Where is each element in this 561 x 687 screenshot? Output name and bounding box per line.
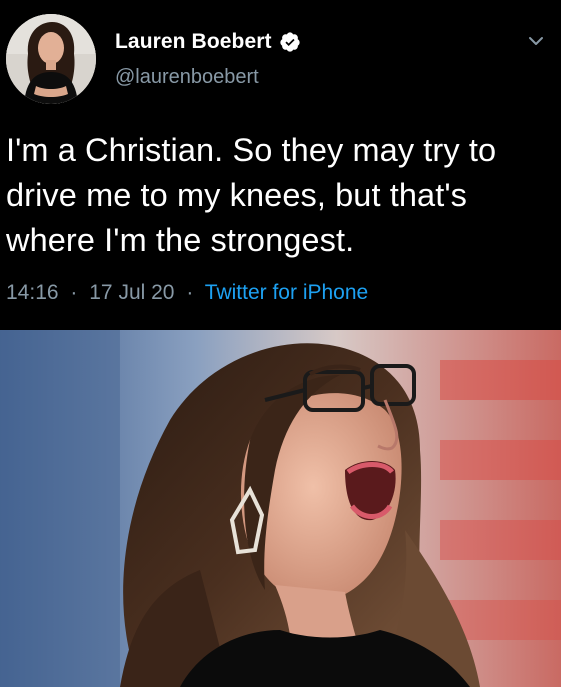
tweet-source-link[interactable]: Twitter for iPhone (205, 281, 368, 304)
avatar[interactable] (6, 14, 96, 104)
tweet-text: I'm a Christian. So they may try to driv… (6, 132, 497, 258)
meta-separator: · (70, 281, 78, 304)
display-name[interactable]: Lauren Boebert (115, 30, 272, 54)
tweet-header: Lauren Boebert @laurenboebert (0, 0, 561, 110)
tweet: Lauren Boebert @laurenboebert I'm a Chri… (0, 0, 561, 330)
chevron-down-icon[interactable] (525, 30, 547, 52)
tweet-time[interactable]: 14:16 (6, 281, 59, 304)
handle[interactable]: @laurenboebert (115, 66, 259, 89)
verified-badge-icon (279, 31, 301, 53)
meta-separator: · (186, 281, 194, 304)
tweet-date[interactable]: 17 Jul 20 (89, 281, 174, 304)
tweet-photo[interactable] (0, 330, 561, 687)
tweet-meta: 14:16 · 17 Jul 20 · Twitter for iPhone (6, 281, 368, 305)
name-row: Lauren Boebert (115, 29, 301, 55)
